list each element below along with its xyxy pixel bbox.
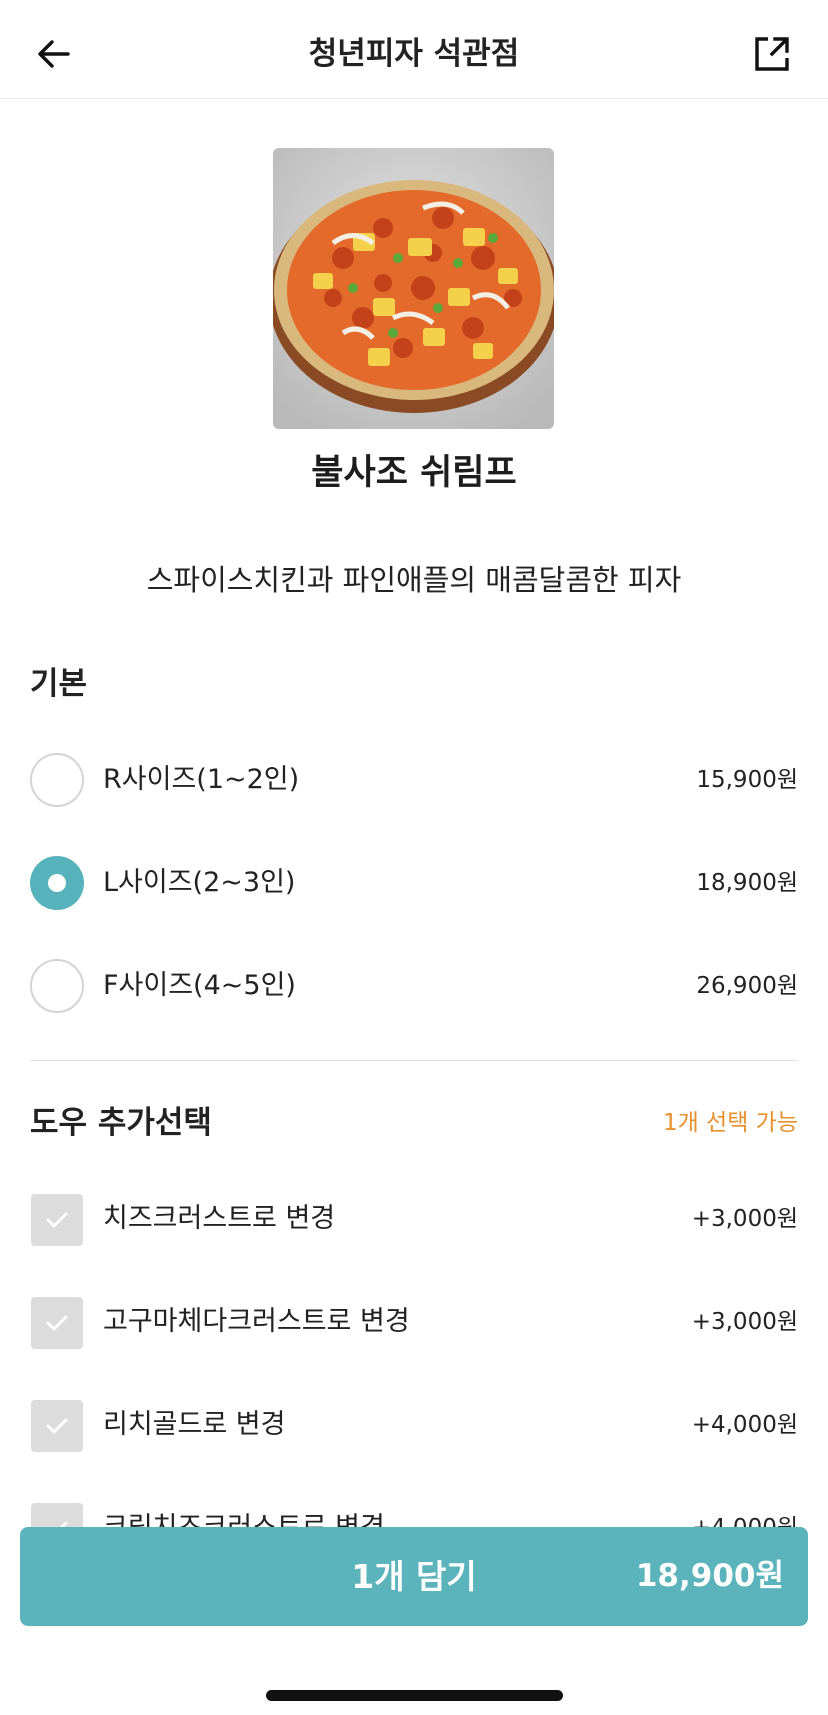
option-label: 고구마체다크러스트로 변경 (103, 1306, 410, 1337)
cart-total-price: 18,900원 (635, 1558, 784, 1594)
share-button[interactable] (748, 30, 796, 78)
option-price: 18,900원 (696, 870, 798, 896)
dough-option-rich-gold[interactable]: 리치골드로 변경 +4,000원 (0, 1393, 828, 1457)
check-icon (46, 1212, 68, 1228)
option-label: 치즈크러스트로 변경 (103, 1203, 336, 1234)
option-label: R사이즈(1~2인) (103, 764, 300, 795)
size-option-f[interactable]: F사이즈(4~5인) 26,900원 (0, 954, 828, 1018)
top-bar: 청년피자 석관점 (0, 0, 828, 99)
option-label: L사이즈(2~3인) (103, 867, 296, 898)
option-price: +4,000원 (691, 1412, 798, 1438)
radio-button[interactable] (30, 753, 84, 807)
selection-limit-note: 1개 선택 가능 (662, 1110, 798, 1136)
product-image (273, 148, 554, 429)
share-icon (755, 37, 789, 71)
home-indicator[interactable] (266, 1690, 563, 1701)
option-label: F사이즈(4~5인) (103, 970, 296, 1001)
dough-option-sweet-potato-crust[interactable]: 고구마체다크러스트로 변경 +3,000원 (0, 1290, 828, 1354)
option-price: 26,900원 (696, 973, 798, 999)
radio-button[interactable] (30, 959, 84, 1013)
section-divider (30, 1060, 798, 1061)
pizza-photo (273, 148, 554, 429)
section-title-basic: 기본 (30, 666, 88, 702)
dough-option-cheese-crust[interactable]: 치즈크러스트로 변경 +3,000원 (0, 1187, 828, 1251)
option-label: 리치골드로 변경 (103, 1409, 286, 1440)
option-price: 15,900원 (696, 767, 798, 793)
checkbox[interactable] (31, 1297, 83, 1349)
check-icon (46, 1418, 68, 1434)
size-option-l[interactable]: L사이즈(2~3인) 18,900원 (0, 851, 828, 915)
product-name: 불사조 쉬림프 (311, 453, 517, 493)
option-price: +3,000원 (691, 1309, 798, 1335)
add-to-cart-button[interactable]: 1개 담기 18,900원 (20, 1527, 808, 1626)
radio-button-selected[interactable] (30, 856, 84, 910)
product-description: 스파이스치킨과 파인애플의 매콤달콤한 피자 (146, 563, 682, 597)
checkbox[interactable] (31, 1194, 83, 1246)
size-option-r[interactable]: R사이즈(1~2인) 15,900원 (0, 748, 828, 812)
option-price: +3,000원 (691, 1206, 798, 1232)
checkbox[interactable] (31, 1400, 83, 1452)
page-title: 청년피자 석관점 (308, 36, 520, 72)
section-title-dough: 도우 추가선택 (30, 1105, 212, 1141)
check-icon (46, 1315, 68, 1331)
